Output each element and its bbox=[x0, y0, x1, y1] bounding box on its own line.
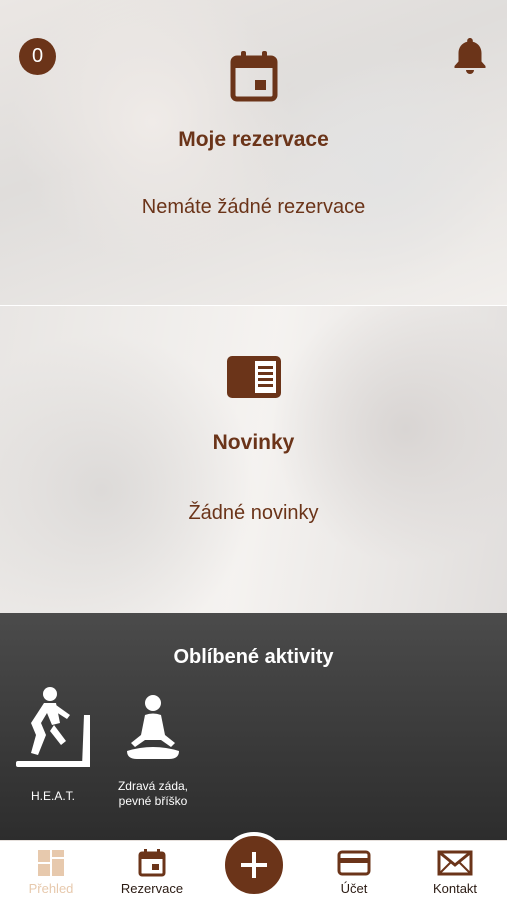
news-empty-text: Žádné novinky bbox=[188, 502, 319, 524]
favorite-activities-section: Oblíbené aktivity H.E.A.T. Zdravá záda, … bbox=[0, 613, 507, 840]
calendar-icon bbox=[138, 849, 166, 877]
dashboard-icon bbox=[38, 850, 64, 876]
card-icon bbox=[337, 850, 371, 876]
yoga-icon bbox=[127, 695, 179, 759]
favorites-title: Oblíbené aktivity bbox=[173, 646, 334, 668]
bell-icon[interactable] bbox=[449, 34, 491, 76]
news-section[interactable]: Novinky Žádné novinky bbox=[0, 305, 507, 613]
tab-label: Kontakt bbox=[432, 881, 478, 896]
reservations-title: Moje rezervace bbox=[178, 128, 329, 151]
treadmill-icon bbox=[16, 687, 90, 767]
calendar-icon bbox=[230, 51, 278, 102]
activity-label: Zdravá záda, pevné bříško bbox=[117, 779, 189, 808]
envelope-icon bbox=[437, 850, 473, 876]
tab-label: Účet bbox=[340, 881, 368, 896]
tab-rezervace[interactable]: Rezervace bbox=[107, 849, 197, 896]
plus-icon bbox=[241, 852, 267, 878]
news-title: Novinky bbox=[212, 431, 295, 454]
reservations-section[interactable]: 0 Moje rezervace Nemáte žádné rezervace bbox=[0, 0, 507, 305]
tab-prehled[interactable]: Přehled bbox=[6, 849, 96, 896]
tab-ucet[interactable]: Účet bbox=[309, 849, 399, 896]
tab-label: Přehled bbox=[28, 881, 74, 896]
favorite-activity-back[interactable]: Zdravá záda, pevné bříško bbox=[113, 693, 193, 809]
tab-label: Rezervace bbox=[120, 881, 184, 896]
reservations-empty-text: Nemáte žádné rezervace bbox=[141, 196, 366, 218]
favorite-activity-heat[interactable]: H.E.A.T. bbox=[12, 685, 94, 804]
add-button[interactable] bbox=[221, 832, 287, 898]
notification-count-badge[interactable]: 0 bbox=[19, 38, 56, 75]
newspaper-icon bbox=[227, 356, 281, 398]
activity-label: H.E.A.T. bbox=[30, 789, 75, 803]
tab-kontakt[interactable]: Kontakt bbox=[410, 849, 500, 896]
